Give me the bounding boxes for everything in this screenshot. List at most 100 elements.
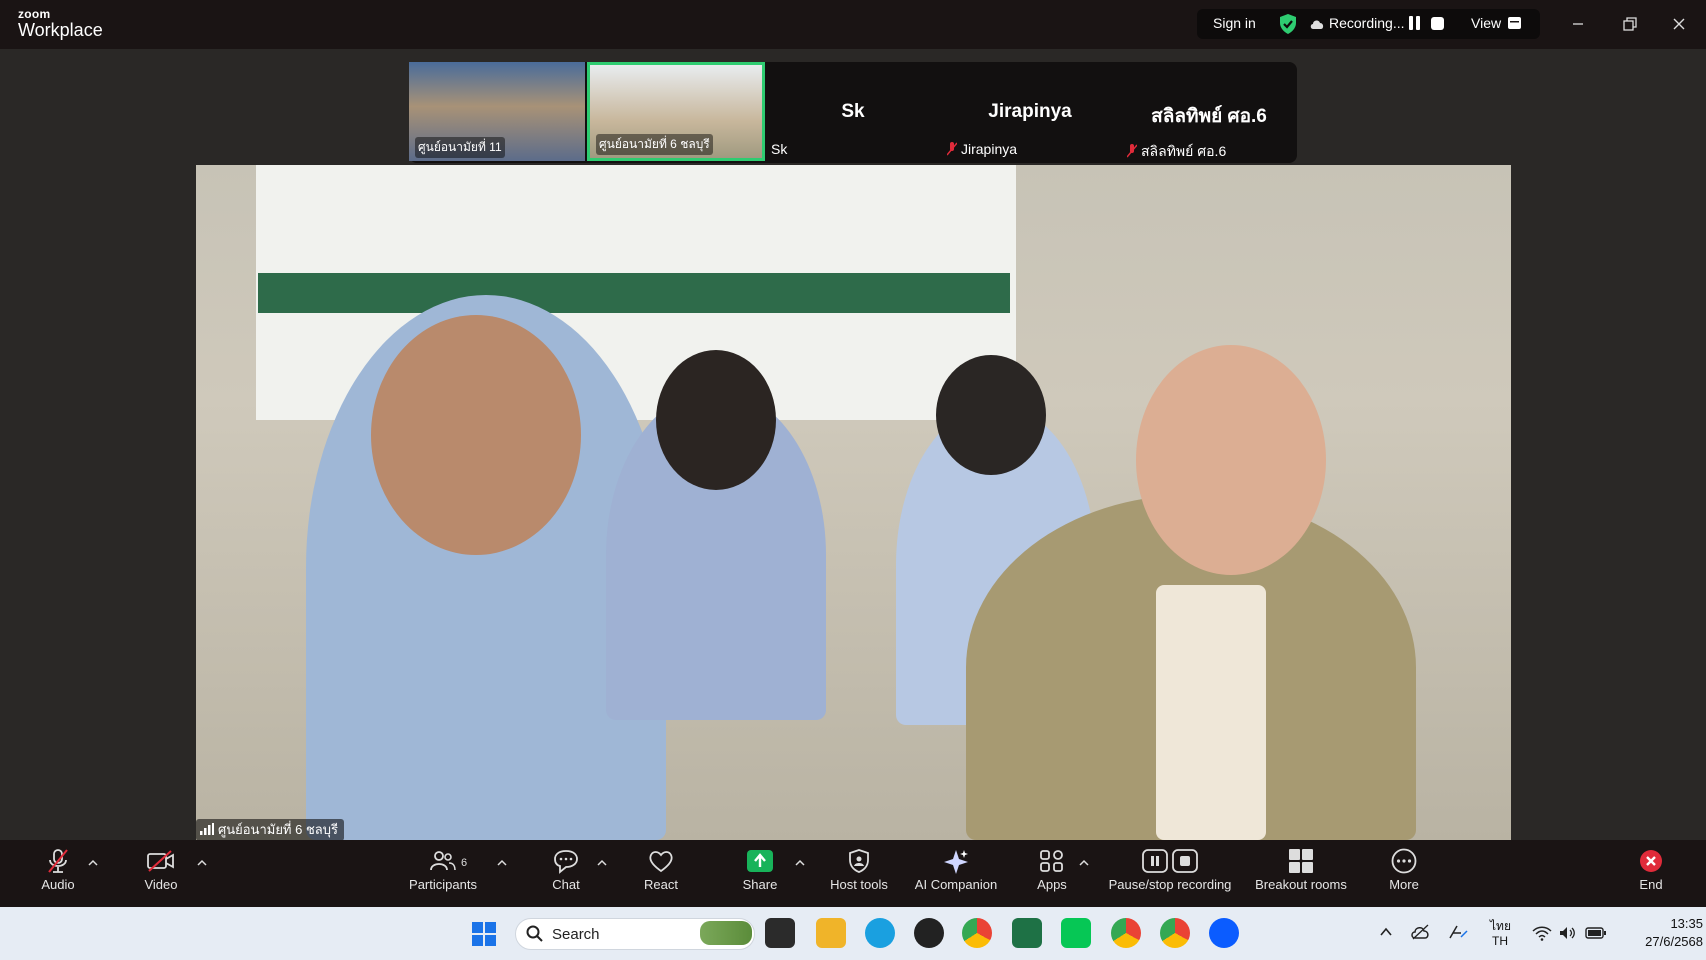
participants-count: 6 — [461, 857, 468, 869]
participant-tile-name[interactable]: สลิลทิพย์ ศอ.6 — [1151, 101, 1267, 131]
input-method-icon[interactable] — [1447, 923, 1469, 941]
share-button[interactable]: Share — [710, 848, 810, 892]
participant-thumbnail[interactable]: ศูนย์อนามัยที่ 11 — [409, 62, 585, 161]
apps-button[interactable]: Apps — [1002, 848, 1102, 892]
shield-check-icon[interactable] — [1278, 13, 1298, 35]
chevron-up-icon[interactable] — [794, 858, 806, 868]
app-logo: zoom Workplace — [18, 8, 103, 39]
battery-icon[interactable] — [1585, 926, 1607, 940]
chrome-icon[interactable] — [962, 918, 992, 948]
video-person — [1156, 585, 1266, 840]
heart-icon — [649, 851, 673, 873]
wifi-icon[interactable] — [1532, 925, 1552, 941]
video-person — [936, 355, 1046, 475]
zoom-app-icon[interactable] — [1209, 918, 1239, 948]
speaker-name-tag: ศูนย์อนามัยที่ 6 ชลบุรี — [196, 819, 344, 841]
video-label: Video — [144, 877, 178, 892]
clock-date[interactable]: 27/6/2568 — [1623, 934, 1703, 949]
volume-icon[interactable] — [1558, 925, 1576, 941]
more-label: More — [1389, 877, 1419, 892]
thumbnail-label: ศูนย์อนามัยที่ 11 — [415, 137, 505, 158]
participants-label: Participants — [409, 877, 477, 892]
camera-off-icon — [147, 850, 174, 872]
participant-tile-label: Sk — [771, 141, 788, 157]
breakout-rooms-button[interactable]: Breakout rooms — [1247, 848, 1355, 892]
host-tools-label: Host tools — [830, 877, 888, 892]
chevron-up-icon[interactable] — [196, 858, 208, 868]
main-video — [196, 165, 1511, 840]
mic-muted-icon — [1127, 144, 1137, 158]
excel-icon[interactable] — [1012, 918, 1042, 948]
chevron-up-icon[interactable] — [87, 858, 99, 868]
chevron-up-icon[interactable] — [596, 858, 608, 868]
more-button[interactable]: More — [1354, 848, 1454, 892]
chat-icon — [554, 850, 578, 874]
video-button[interactable]: Video — [111, 848, 211, 892]
tile-sub-text: สลิลทิพย์ ศอ.6 — [1141, 143, 1227, 159]
sign-in-button[interactable]: Sign in — [1213, 15, 1256, 31]
edge-browser-icon[interactable] — [865, 918, 895, 948]
breakout-rooms-icon — [1289, 849, 1313, 873]
grid-view-icon[interactable] — [1508, 17, 1521, 29]
participants-button[interactable]: Participants — [393, 848, 493, 892]
end-label: End — [1639, 877, 1663, 892]
participant-thumbnail-active[interactable]: ศูนย์อนามัยที่ 6 ชลบุรี — [587, 62, 765, 161]
share-screen-icon — [747, 850, 773, 872]
brand-small: zoom — [18, 7, 51, 21]
mic-muted-icon — [947, 142, 957, 156]
more-icon — [1391, 848, 1417, 874]
recording-status: Recording... — [1329, 15, 1405, 31]
participant-tile-name[interactable]: Sk — [841, 101, 864, 123]
react-button[interactable]: React — [611, 848, 711, 892]
clock-time[interactable]: 13:35 — [1623, 916, 1703, 931]
end-meeting-icon — [1640, 850, 1662, 872]
host-tools-button[interactable]: Host tools — [809, 848, 909, 892]
pause-recording-icon[interactable] — [1408, 16, 1421, 30]
chrome-profile-icon[interactable] — [1111, 918, 1141, 948]
task-view-icon[interactable] — [765, 918, 795, 948]
chrome-profile-icon[interactable] — [1160, 918, 1190, 948]
file-explorer-icon[interactable] — [816, 918, 846, 948]
chat-button[interactable]: Chat — [516, 848, 616, 892]
chevron-up-icon[interactable] — [1078, 858, 1090, 868]
participant-tile-label: Jirapinya — [947, 141, 1017, 157]
pause-stop-icon — [1142, 849, 1198, 873]
mic-muted-icon — [48, 849, 68, 873]
pause-stop-recording-button[interactable]: Pause/stop recording — [1100, 848, 1240, 892]
chevron-up-icon[interactable] — [1379, 925, 1393, 939]
cloud-icon — [1310, 20, 1324, 29]
view-button[interactable]: View — [1471, 15, 1501, 31]
signal-icon — [200, 823, 214, 835]
close-icon[interactable] — [1669, 14, 1689, 34]
video-person — [1136, 345, 1326, 575]
brand-big: Workplace — [18, 20, 103, 40]
audio-button[interactable]: Audio — [8, 848, 108, 892]
apps-icon — [1040, 850, 1063, 872]
search-icon — [526, 925, 543, 942]
participant-tile-label: สลิลทิพย์ ศอ.6 — [1127, 141, 1226, 163]
search-highlight-icon — [700, 921, 752, 945]
end-button[interactable]: End — [1601, 848, 1701, 892]
taskbar-search-label: Search — [552, 926, 600, 943]
app-icon[interactable] — [914, 918, 944, 948]
restore-icon[interactable] — [1619, 14, 1639, 34]
language-bottom[interactable]: TH — [1492, 934, 1508, 948]
chat-label: Chat — [552, 877, 580, 892]
video-background-stripe — [258, 273, 1010, 313]
ai-companion-label: AI Companion — [914, 877, 998, 892]
video-person — [371, 315, 581, 555]
thumbnail-label: ศูนย์อนามัยที่ 6 ชลบุรี — [596, 134, 713, 155]
windows-start-icon[interactable] — [471, 921, 497, 947]
chevron-up-icon[interactable] — [496, 858, 508, 868]
breakout-label: Breakout rooms — [1255, 877, 1347, 892]
apps-label: Apps — [1037, 877, 1067, 892]
cloud-sync-icon[interactable] — [1411, 924, 1431, 940]
speaker-name: ศูนย์อนามัยที่ 6 ชลบุรี — [218, 822, 338, 837]
participant-tile-name[interactable]: Jirapinya — [988, 101, 1071, 123]
sparkle-icon — [944, 850, 968, 874]
line-app-icon[interactable] — [1061, 918, 1091, 948]
pause-stop-label: Pause/stop recording — [1108, 877, 1232, 892]
minimize-icon[interactable] — [1568, 14, 1588, 34]
ai-companion-button[interactable]: AI Companion — [906, 848, 1006, 892]
stop-recording-icon[interactable] — [1431, 17, 1444, 30]
